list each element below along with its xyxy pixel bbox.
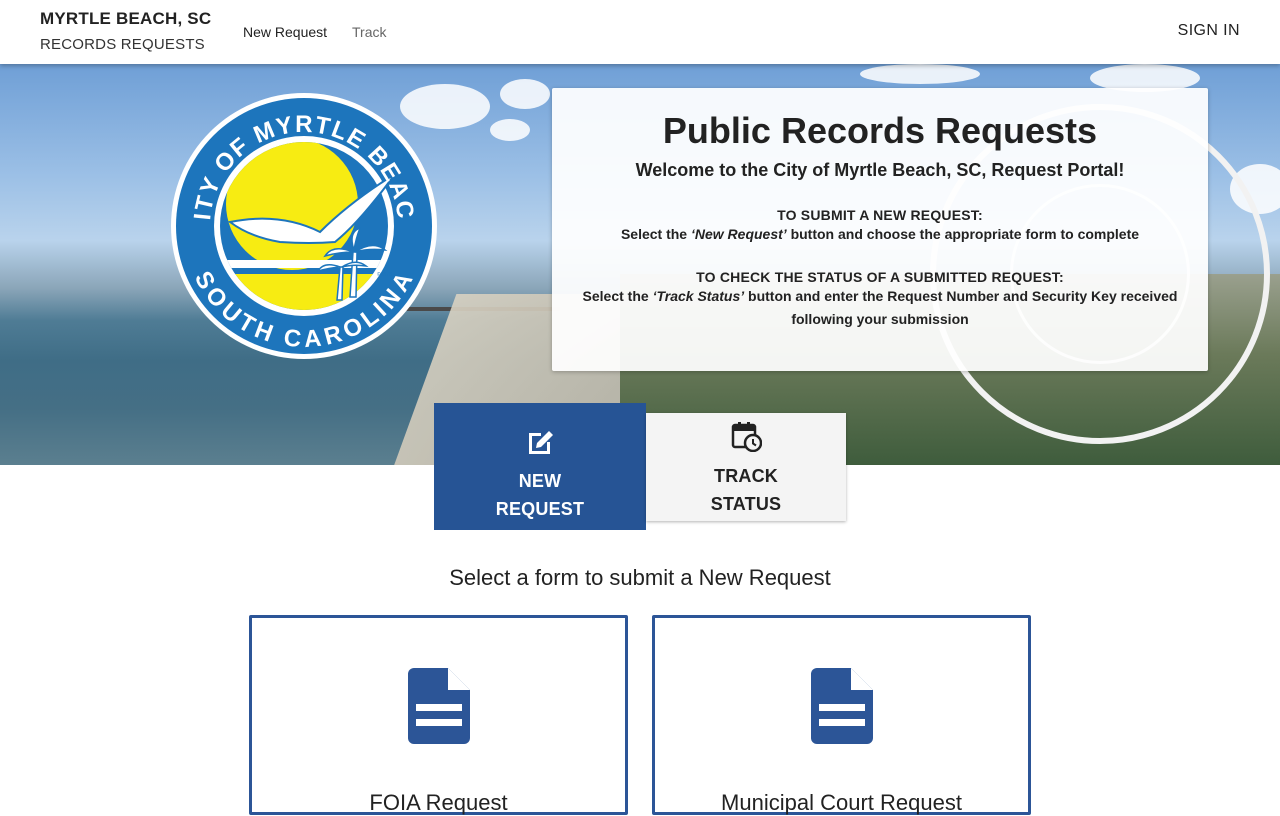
city-seal-logo: CITY OF MYRTLE BEACH SOUTH CAROLINA ©197…	[170, 92, 437, 359]
track-status-label: TRACK STATUS	[710, 466, 782, 514]
document-icon	[810, 668, 873, 744]
top-app-bar: MYRTLE BEACH, SC RECORDS REQUESTS New Re…	[0, 0, 1280, 64]
brand-title: MYRTLE BEACH, SC	[40, 9, 212, 28]
track-status-button[interactable]: TRACK STATUS	[646, 413, 846, 521]
track-heading: TO CHECK THE STATUS OF A SUBMITTED REQUE…	[696, 269, 1064, 285]
new-request-button[interactable]: NEW REQUEST	[434, 403, 646, 530]
nav-new-request[interactable]: New Request	[243, 24, 327, 40]
submit-instructions: Select the ‘New Request’ button and choo…	[620, 226, 1140, 242]
brand-subtitle: RECORDS REQUESTS	[40, 36, 205, 53]
edit-icon	[529, 430, 553, 454]
seal-year: ©1978	[377, 271, 392, 278]
nav-track[interactable]: Track	[352, 24, 386, 40]
page-title: Public Records Requests	[662, 110, 1098, 151]
document-icon	[407, 668, 470, 744]
track-instructions: Select the ‘Track Status’ button and ent…	[582, 288, 1178, 327]
municipal-court-request-label: Municipal Court Request	[721, 790, 962, 815]
new-request-label: NEW REQUEST	[495, 470, 585, 519]
sign-in-button[interactable]: SIGN IN	[1178, 22, 1240, 40]
calendar-clock-icon	[731, 422, 762, 452]
welcome-card: Public Records Requests Welcome to the C…	[552, 88, 1208, 371]
welcome-tagline: Welcome to the City of Myrtle Beach, SC,…	[635, 160, 1125, 180]
brand[interactable]: MYRTLE BEACH, SC RECORDS REQUESTS	[40, 9, 211, 53]
foia-request-label: FOIA Request	[369, 790, 508, 815]
form-section-heading: Select a form to submit a New Request	[449, 565, 831, 590]
municipal-court-request-card[interactable]: Municipal Court Request	[652, 615, 1031, 815]
foia-request-card[interactable]: FOIA Request	[249, 615, 628, 815]
submit-heading: TO SUBMIT A NEW REQUEST:	[777, 207, 983, 223]
